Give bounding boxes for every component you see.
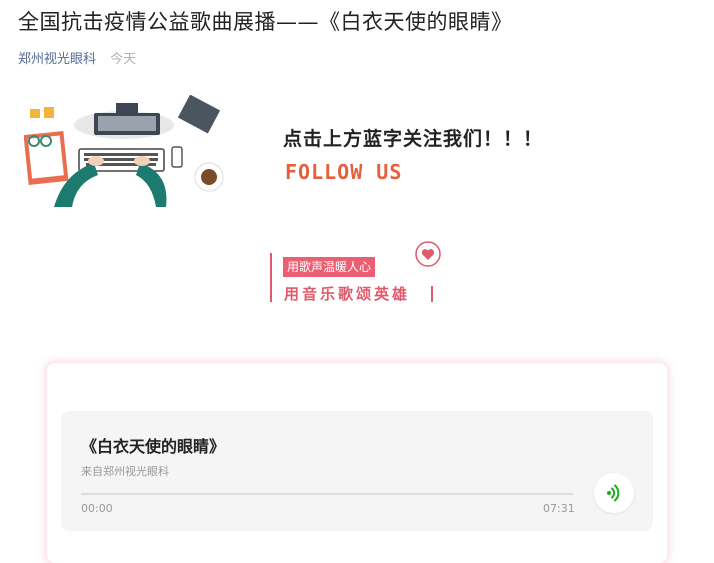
- sticky-note: [30, 109, 40, 118]
- audio-wave-icon: [607, 484, 620, 502]
- current-time: 00:00: [81, 502, 113, 515]
- follow-prompt: 点击上方蓝字关注我们！！！: [283, 128, 544, 150]
- heart-bubble-icon: [415, 241, 441, 267]
- article-meta: 郑州视光眼科 今天: [18, 48, 136, 67]
- slogan-bar-left: [270, 253, 272, 302]
- sticky-note: [44, 107, 54, 118]
- slogan-line: 用音乐歌颂英雄: [284, 285, 411, 303]
- play-button[interactable]: [594, 473, 634, 513]
- follow-us-label: FOLLOW US: [285, 160, 403, 184]
- desk-illustration: [24, 95, 224, 207]
- slogan-tag: 用歌声温暖人心: [283, 257, 376, 277]
- article-title: 全国抗击疫情公益歌曲展播——《白衣天使的眼睛》: [18, 10, 513, 34]
- audio-progress-bar[interactable]: [81, 493, 573, 495]
- slogan-bar-right: [431, 286, 433, 302]
- account-name-link[interactable]: 郑州视光眼科: [18, 52, 96, 67]
- publish-date: 今天: [110, 52, 137, 67]
- total-duration: 07:31: [543, 502, 575, 515]
- phone: [171, 146, 183, 168]
- tablet: [177, 95, 221, 134]
- song-title: 《白衣天使的眼睛》: [81, 437, 226, 456]
- song-source: 来自郑州视光眼科: [81, 465, 169, 478]
